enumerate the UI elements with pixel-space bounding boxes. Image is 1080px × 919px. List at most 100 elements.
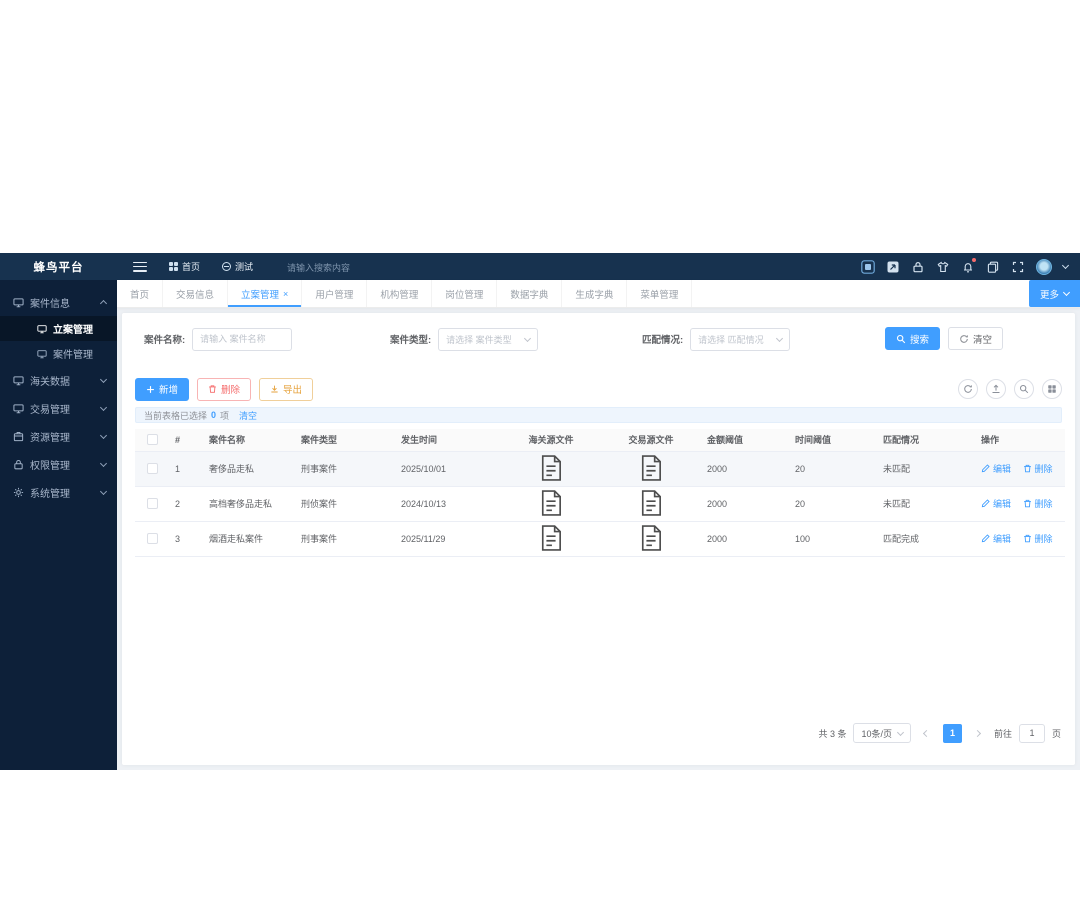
edit-link[interactable]: 编辑: [981, 497, 1011, 510]
export-icon[interactable]: [986, 379, 1006, 399]
dashboard-icon: [222, 262, 232, 271]
table-row: 2 高档奢侈品走私 刑侦案件 2024/10/13 2000 20 未匹配 编辑…: [135, 486, 1065, 522]
table-tools: [958, 379, 1062, 399]
document-icon[interactable]: [640, 524, 662, 553]
sidebar-group-trade-management[interactable]: 交易管理: [0, 394, 117, 422]
chevron-down-icon: [99, 459, 108, 467]
sidebar-item-case-management[interactable]: 案件管理: [0, 341, 117, 366]
match-status-label: 匹配情况:: [642, 335, 684, 346]
edit-link[interactable]: 编辑: [981, 462, 1011, 475]
topbar-actions: [861, 257, 1080, 275]
document-icon[interactable]: [540, 524, 562, 553]
pagination-total: 共 3 条: [818, 728, 847, 739]
sidebar-group-permission-management[interactable]: 权限管理: [0, 450, 117, 478]
add-button[interactable]: 新增: [135, 377, 190, 401]
search-toggle-icon[interactable]: [1014, 379, 1034, 399]
column-settings-icon[interactable]: [1042, 379, 1062, 399]
filter-match-status: 匹配情况: 请选择 匹配情况: [642, 327, 791, 351]
edit-icon: [981, 499, 990, 508]
notification-bell-icon[interactable]: [961, 257, 976, 274]
theme-icon[interactable]: [936, 260, 950, 274]
monitor-icon[interactable]: [861, 259, 875, 274]
gear-icon: [13, 487, 24, 498]
tab-trade-info[interactable]: 交易信息: [163, 280, 229, 307]
table-row: 3 烟酒走私案件 刑事案件 2025/11/29 2000 100 匹配完成 编…: [135, 521, 1065, 557]
table-row: 1 奢侈品走私 刑事案件 2025/10/01 2000 20 未匹配 编辑 删…: [135, 451, 1065, 487]
delete-button[interactable]: 删除: [197, 377, 252, 401]
search-button[interactable]: 搜索: [884, 327, 940, 350]
page-number-active[interactable]: 1: [942, 723, 962, 743]
topnav-test[interactable]: 测试: [222, 260, 253, 273]
row-checkbox[interactable]: [146, 498, 158, 510]
sidebar-item-filing-management[interactable]: 立案管理: [0, 316, 117, 341]
menu-toggle-icon[interactable]: [133, 261, 147, 272]
case-name-input[interactable]: [192, 327, 293, 351]
tab-data-dict[interactable]: 数据字典: [497, 280, 563, 307]
clear-button[interactable]: 清空: [947, 327, 1003, 350]
search-icon: [896, 334, 906, 343]
match-status-select[interactable]: 请选择 匹配情况: [690, 327, 791, 351]
page-size-select[interactable]: 10条/页: [853, 723, 911, 743]
case-type-select[interactable]: 请选择 案件类型: [438, 327, 539, 351]
selection-clear-link[interactable]: 清空: [239, 409, 257, 422]
goto-page-input[interactable]: [1018, 723, 1045, 743]
tab-post-management[interactable]: 岗位管理: [432, 280, 498, 307]
document-icon[interactable]: [540, 489, 562, 518]
delete-link[interactable]: 删除: [1023, 462, 1053, 475]
prev-page-button[interactable]: [918, 724, 936, 742]
tab-gen-dict[interactable]: 生成字典: [562, 280, 628, 307]
tab-home[interactable]: 首页: [117, 280, 164, 307]
row-checkbox[interactable]: [146, 463, 158, 475]
monitor-icon: [13, 297, 24, 308]
trash-icon: [1023, 534, 1031, 543]
chevron-down-icon: [99, 431, 108, 439]
chevron-down-icon: [524, 334, 532, 342]
topnav-home-label: 首页: [182, 262, 201, 272]
fullscreen-icon[interactable]: [1011, 260, 1025, 274]
filter-case-name: 案件名称:: [144, 327, 293, 351]
delete-link[interactable]: 删除: [1023, 497, 1053, 510]
document-icon[interactable]: [540, 454, 562, 483]
sidebar-group-customs-data[interactable]: 海关数据: [0, 366, 117, 394]
delete-link[interactable]: 删除: [1023, 532, 1053, 545]
lock-icon[interactable]: [911, 260, 925, 274]
select-all-checkbox[interactable]: [146, 434, 158, 446]
screenshot-icon[interactable]: [886, 260, 900, 274]
sidebar-group-system-management[interactable]: 系统管理: [0, 478, 117, 506]
tab-user-management[interactable]: 用户管理: [302, 280, 368, 307]
document-icon[interactable]: [640, 454, 662, 483]
goto-label: 前往: [993, 728, 1012, 739]
close-icon[interactable]: ×: [283, 289, 288, 299]
document-icon[interactable]: [640, 489, 662, 518]
edit-link[interactable]: 编辑: [981, 532, 1011, 545]
col-index: #: [169, 429, 203, 452]
tabs-more-button[interactable]: 更多: [1028, 280, 1080, 307]
case-name-label: 案件名称:: [144, 335, 186, 346]
tab-org-management[interactable]: 机构管理: [367, 280, 433, 307]
avatar[interactable]: [1036, 258, 1052, 275]
chevron-down-icon: [99, 403, 108, 411]
case-type-label: 案件类型:: [390, 335, 432, 346]
global-search-input[interactable]: [287, 262, 408, 273]
notification-badge: [972, 257, 976, 262]
box-icon: [13, 431, 24, 442]
next-page-button[interactable]: [969, 724, 987, 742]
row-checkbox[interactable]: [146, 533, 158, 545]
tab-menu-management[interactable]: 菜单管理: [627, 280, 693, 307]
topnav-home[interactable]: 首页: [169, 260, 200, 273]
col-amount-threshold: 金额阈值: [701, 429, 789, 452]
page-unit-label: 页: [1051, 728, 1061, 739]
edit-icon: [981, 464, 990, 473]
monitor-icon: [37, 349, 47, 359]
export-button[interactable]: 导出: [259, 377, 314, 401]
refresh-icon[interactable]: [958, 379, 978, 399]
topnav-test-label: 测试: [235, 262, 254, 272]
col-match-status: 匹配情况: [877, 429, 975, 452]
tab-filing-management[interactable]: 立案管理 ×: [228, 280, 303, 307]
col-case-name: 案件名称: [203, 429, 295, 452]
sidebar-group-resource-management[interactable]: 资源管理: [0, 422, 117, 450]
sidebar-group-case-info[interactable]: 案件信息: [0, 288, 117, 316]
documents-icon[interactable]: [986, 260, 1000, 274]
selection-count: 0: [211, 410, 217, 420]
chevron-down-icon[interactable]: [1061, 261, 1070, 270]
